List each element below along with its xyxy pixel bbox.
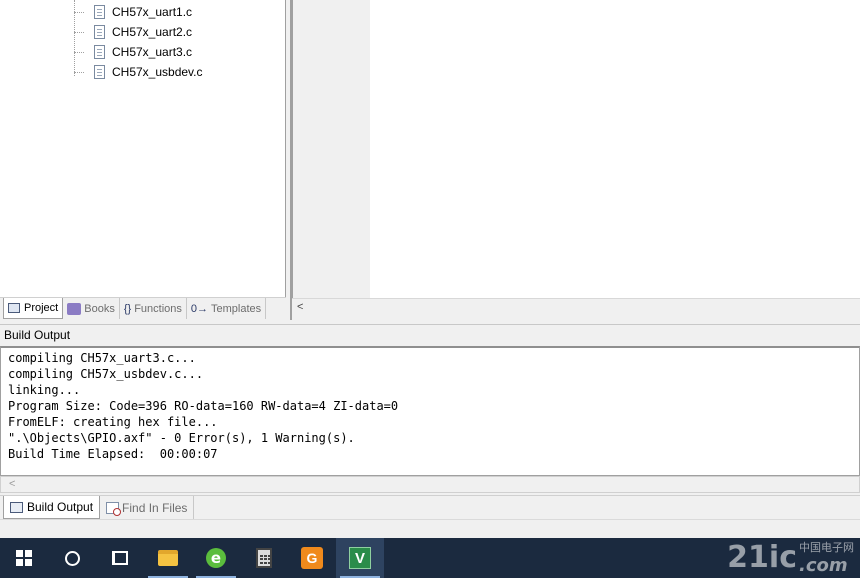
uvision-window: CH57x_uart1.c CH57x_uart2.c CH57x_uart3.…: [0, 0, 860, 578]
tree-item-file[interactable]: CH57x_usbdev.c: [74, 63, 203, 81]
cortana-button[interactable]: [48, 538, 96, 578]
task-view-icon: [112, 551, 128, 565]
watermark-com: .com: [799, 554, 848, 576]
windows-logo-icon: [16, 550, 32, 566]
books-icon: [67, 302, 82, 315]
tree-item-label: CH57x_uart1.c: [112, 5, 193, 19]
tree-item-label: CH57x_uart3.c: [112, 45, 193, 59]
project-tree-pane[interactable]: CH57x_uart1.c CH57x_uart2.c CH57x_uart3.…: [0, 0, 286, 297]
c-file-icon: [94, 5, 105, 19]
calculator[interactable]: [240, 538, 288, 578]
editor-area[interactable]: [292, 0, 860, 298]
output-tabs: Build Output Find In Files: [0, 495, 860, 519]
scroll-left-icon[interactable]: <: [9, 477, 15, 492]
project-tabs: Project Books {} Functions 0→ Templates: [0, 297, 286, 319]
tab-build-output[interactable]: Build Output: [3, 496, 101, 519]
browser[interactable]: e: [192, 538, 240, 578]
tab-find-in-files[interactable]: Find In Files: [100, 496, 195, 519]
output-line: Build Time Elapsed: 00:00:07: [8, 447, 218, 461]
c-file-icon: [94, 45, 105, 59]
find-in-files-icon: [106, 501, 122, 516]
tab-books[interactable]: Books: [63, 298, 120, 319]
browser-e-icon: e: [206, 548, 226, 568]
scroll-left-icon[interactable]: <: [297, 299, 303, 316]
c-file-icon: [94, 65, 105, 79]
c-file-icon: [94, 25, 105, 39]
tree-item-label: CH57x_usbdev.c: [112, 65, 203, 79]
keil-icon: V: [349, 547, 371, 569]
output-line: ".\Objects\GPIO.axf" - 0 Error(s), 1 War…: [8, 431, 355, 445]
tree-item-file[interactable]: CH57x_uart3.c: [74, 43, 192, 61]
pdf-reader[interactable]: G: [288, 538, 336, 578]
watermark-cn: 中国电子网: [799, 540, 854, 554]
editor-horizontal-scrollbar[interactable]: <: [292, 298, 860, 316]
build-output-icon: [10, 501, 23, 513]
output-line: Program Size: Code=396 RO-data=160 RW-da…: [8, 399, 399, 413]
tree-item-file[interactable]: CH57x_uart2.c: [74, 23, 192, 41]
tab-templates[interactable]: 0→ Templates: [187, 298, 267, 319]
calculator-icon: [256, 548, 272, 568]
file-explorer[interactable]: [144, 538, 192, 578]
project-icon: [8, 303, 20, 313]
tab-functions[interactable]: {} Functions: [120, 298, 187, 319]
tree-item-file[interactable]: CH57x_uart1.c: [74, 3, 192, 21]
output-line: linking...: [8, 383, 81, 397]
build-output-text[interactable]: compiling CH57x_uart3.c... compiling CH5…: [0, 346, 860, 476]
watermark-main: 21ic: [727, 539, 797, 575]
circle-search-icon: [64, 550, 80, 566]
output-line: FromELF: creating hex file...: [8, 415, 218, 429]
output-horizontal-scrollbar[interactable]: <: [0, 476, 860, 493]
build-output-title: Build Output: [0, 324, 860, 346]
output-line: compiling CH57x_uart3.c...: [8, 351, 196, 365]
output-line: compiling CH57x_usbdev.c...: [8, 367, 204, 381]
tree-item-label: CH57x_uart2.c: [112, 25, 193, 39]
task-view-button[interactable]: [96, 538, 144, 578]
tab-project[interactable]: Project: [3, 298, 64, 319]
keil-uvision[interactable]: V: [336, 538, 384, 578]
watermark: 21ic 中国电子网 .com: [727, 536, 854, 578]
templates-icon: 0→: [190, 302, 209, 315]
folder-icon: [158, 550, 178, 566]
functions-icon: {}: [123, 302, 132, 315]
pdf-icon: G: [301, 547, 323, 569]
editor-gutter: [293, 0, 370, 298]
start-button[interactable]: [0, 538, 48, 578]
